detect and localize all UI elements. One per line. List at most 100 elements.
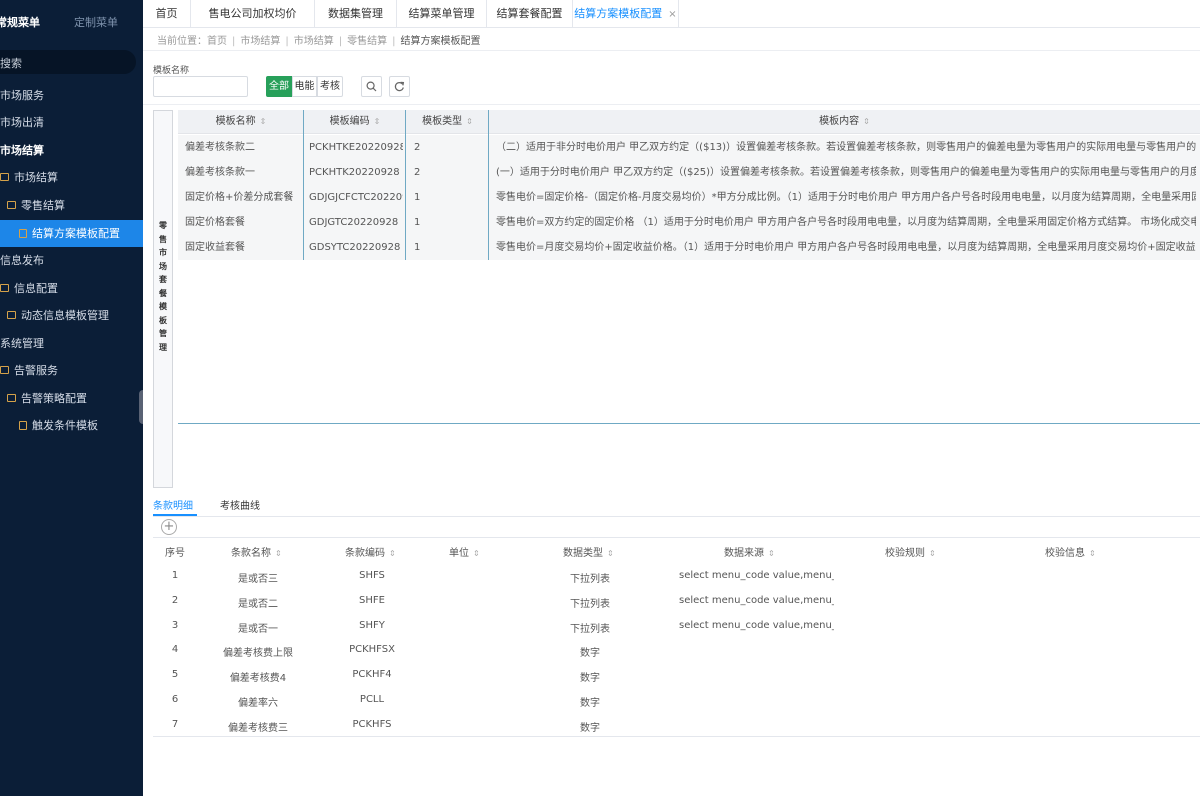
column-divider[interactable]: [303, 110, 304, 260]
sidebar-item[interactable]: 告警策略配置: [0, 385, 143, 412]
clause-table-cell: 偏差考核费上限: [223, 648, 293, 660]
clause-table-cell: 6: [171, 694, 179, 705]
filter-assessment-button[interactable]: 考核: [317, 76, 343, 97]
clause-table-cell: SHFE: [359, 594, 385, 606]
table-cell: 偏差考核条款一: [185, 167, 255, 178]
sidebar-item[interactable]: 市场结算: [0, 164, 143, 191]
close-icon[interactable]: ×: [668, 9, 676, 20]
column-header-content[interactable]: 模板内容 ⇕: [489, 110, 1200, 134]
sidebar-item[interactable]: 告警服务: [0, 357, 143, 384]
add-icon[interactable]: +: [161, 519, 177, 535]
sort-icon[interactable]: ⇕: [466, 117, 473, 126]
breadcrumb-item[interactable]: 市场结算: [240, 36, 280, 47]
column-header[interactable]: 数据来源 ⇕: [724, 544, 775, 559]
tab-clause-details[interactable]: 条款明细: [153, 497, 193, 512]
column-header-label: 模板内容: [819, 116, 860, 127]
clause-table-cell: 偏差率六: [238, 698, 278, 709]
template-category-panel[interactable]: 零售市场套餐模板管理: [153, 110, 173, 488]
tab-assessment-curve[interactable]: 考核曲线: [220, 497, 260, 512]
clause-table-cell: select menu_code value,menu_na: [679, 594, 834, 606]
sort-icon[interactable]: ⇕: [374, 117, 381, 126]
table-row[interactable]: 固定收益套餐 GDSYTC20220928 1 零售电价=月度交易均价+固定收益价格。…: [178, 235, 1200, 260]
sort-icon[interactable]: ⇕: [275, 549, 282, 558]
column-header-name[interactable]: 模板名称 ⇕: [178, 110, 304, 134]
template-category-label: 零售市场套餐模板管理: [159, 221, 167, 352]
breadcrumb-separator: |: [232, 36, 236, 47]
breadcrumb: 当前位置：首页 | 市场结算 | 市场结算 | 零售结算 | 结算方案模板配置: [157, 32, 481, 47]
sidebar-tab-regular[interactable]: 常规菜单: [0, 14, 40, 30]
breadcrumb-item[interactable]: 零售结算: [347, 36, 387, 47]
clause-table-cell: 偏差考核费三: [228, 722, 288, 734]
document-icon: [19, 420, 27, 430]
column-header[interactable]: 条款名称 ⇕: [231, 544, 282, 559]
sidebar-item[interactable]: 系统管理: [0, 330, 143, 357]
search-button[interactable]: [361, 76, 382, 97]
table-cell: 固定收益套餐: [185, 242, 245, 253]
divider: [153, 516, 1200, 517]
sort-icon[interactable]: ⇕: [929, 549, 936, 558]
sidebar-item-label: 系统管理: [0, 337, 44, 350]
sidebar: 常规菜单 定制菜单 搜索 市场服务 市场出清 市场结算 市场结算 零售结算 结算方案模板配…: [0, 0, 143, 796]
sort-icon[interactable]: ⇕: [260, 117, 267, 126]
table-row[interactable]: 固定价格+价差分成套餐 GDJGJCFCTC20220928 1 零售电价=固定价格-…: [178, 185, 1200, 210]
table-row[interactable]: 偏差考核条款一 PCKHTK20220928 2 (一）适用于分时电价用户 甲乙双方约…: [178, 160, 1200, 185]
column-divider[interactable]: [405, 110, 406, 260]
folder-icon: [7, 311, 16, 319]
column-header[interactable]: 序号: [165, 544, 185, 559]
column-divider[interactable]: [488, 110, 489, 260]
sort-icon[interactable]: ⇕: [863, 117, 870, 126]
sidebar-item-label: 结算方案模板配置: [32, 227, 120, 240]
folder-icon: [7, 394, 16, 402]
sidebar-item-label: 告警服务: [14, 364, 58, 377]
sidebar-item[interactable]: 动态信息模板管理: [0, 302, 143, 329]
breadcrumb-item[interactable]: 市场结算: [294, 36, 334, 47]
tab-home[interactable]: 首页: [143, 0, 191, 28]
column-header-type[interactable]: 模板类型 ⇕: [406, 110, 489, 134]
sidebar-item[interactable]: 触发条件模板: [0, 412, 143, 439]
reset-button[interactable]: [389, 76, 410, 97]
sidebar-item[interactable]: 市场结算: [0, 137, 143, 164]
clause-table-cell: 数字: [580, 698, 600, 709]
column-header[interactable]: 条款编码 ⇕: [345, 544, 396, 559]
clause-table-cell: PCKHFS: [352, 718, 392, 730]
column-header-label: 条款编码: [345, 548, 385, 559]
filter-energy-button[interactable]: 电能: [292, 76, 317, 97]
clause-table-cell: 4: [171, 644, 179, 656]
sidebar-item[interactable]: 信息配置: [0, 275, 143, 302]
tab-weighted-price[interactable]: 售电公司加权均价: [191, 0, 315, 28]
column-header[interactable]: 校验信息 ⇕: [1045, 544, 1096, 559]
sidebar-tab-custom[interactable]: 定制菜单: [74, 14, 118, 30]
table-cell: 偏差考核条款二: [185, 142, 255, 153]
column-header[interactable]: 数据类型 ⇕: [563, 544, 614, 559]
sidebar-item[interactable]: 市场服务: [0, 82, 143, 109]
tab-dataset[interactable]: 数据集管理: [315, 0, 397, 28]
sidebar-collapse-handle[interactable]: [139, 390, 143, 424]
sidebar-item[interactable]: 结算方案模板配置: [0, 220, 143, 247]
breadcrumb-item[interactable]: 首页: [207, 36, 227, 47]
table-cell: 2: [414, 142, 421, 153]
sidebar-item[interactable]: 市场出清: [0, 109, 143, 136]
table-row[interactable]: 固定价格套餐 GDJGTC20220928 1 零售电价=双方约定的固定价格 （1）适…: [178, 210, 1200, 235]
column-header[interactable]: 校验规则 ⇕: [885, 544, 936, 559]
tab-settlement-package[interactable]: 结算套餐配置: [487, 0, 573, 28]
table-cell: GDSYTC20220928: [309, 242, 401, 253]
tab-settlement-template[interactable]: 结算方案模板配置 ×: [573, 0, 679, 28]
clause-table-cell: 是或否二: [238, 598, 278, 610]
filter-all-button[interactable]: 全部: [266, 76, 292, 97]
sidebar-item[interactable]: 信息发布: [0, 247, 143, 274]
sort-icon[interactable]: ⇕: [389, 549, 396, 558]
table-row[interactable]: 偏差考核条款二 PCKHTKE20220928 2 （二）适用于非分时电价用户 甲乙双…: [178, 135, 1200, 160]
column-header-code[interactable]: 模板编码 ⇕: [304, 110, 406, 134]
sort-icon[interactable]: ⇕: [1089, 549, 1096, 558]
sort-icon[interactable]: ⇕: [607, 549, 614, 558]
sort-icon[interactable]: ⇕: [473, 549, 480, 558]
folder-icon: [7, 201, 16, 209]
sidebar-item[interactable]: 零售结算: [0, 192, 143, 219]
column-header[interactable]: 单位 ⇕: [449, 544, 480, 559]
template-name-input[interactable]: [153, 76, 248, 97]
sidebar-search-input[interactable]: 搜索: [0, 50, 136, 74]
tab-label: 结算菜单管理: [408, 7, 475, 20]
template-table: 模板名称 ⇕ 模板编码 ⇕ 模板类型 ⇕ 模板内容 ⇕ 偏差考核条款二 PCKHTKE20…: [178, 110, 1200, 424]
tab-settlement-menu[interactable]: 结算菜单管理: [397, 0, 487, 28]
sort-icon[interactable]: ⇕: [768, 549, 775, 558]
